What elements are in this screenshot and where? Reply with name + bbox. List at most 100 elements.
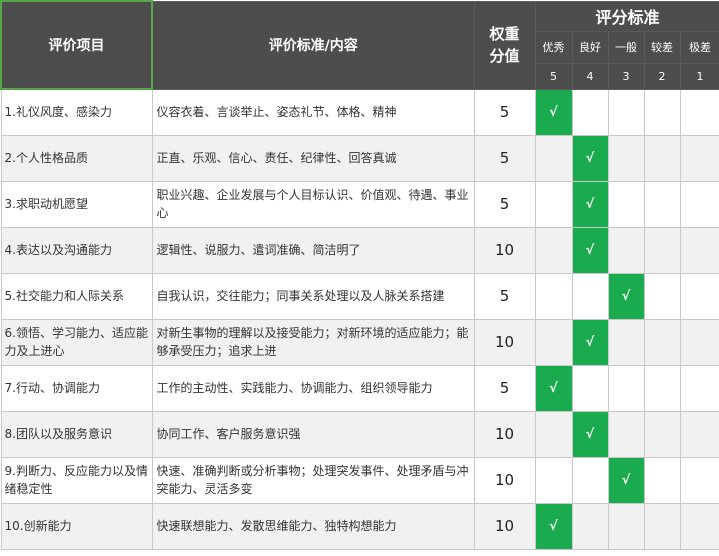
rating-cell[interactable] — [607, 134, 645, 182]
rating-cell[interactable] — [679, 272, 719, 320]
item-cell[interactable]: 2.个人性格品质 — [0, 134, 153, 182]
criteria-cell[interactable]: 快速联想能力、发散思维能力、独特构想能力 — [151, 502, 475, 550]
header-score-3[interactable]: 3 — [607, 62, 645, 90]
rating-cell[interactable] — [571, 502, 609, 550]
table-row: 8.团队以及服务意识 协同工作、客户服务意识强 10 √ — [0, 410, 719, 458]
rating-cell[interactable] — [534, 226, 573, 274]
table-row: 10.创新能力 快速联想能力、发散思维能力、独特构想能力 10 √ — [0, 502, 719, 550]
criteria-cell[interactable]: 职业兴趣、企业发展与个人目标认识、价值观、待遇、事业心 — [151, 180, 475, 228]
rating-cell[interactable] — [607, 410, 645, 458]
rating-cell[interactable] — [571, 272, 609, 320]
rating-cell[interactable] — [607, 180, 645, 228]
rating-cell[interactable] — [679, 456, 719, 504]
rating-cell[interactable] — [571, 364, 609, 412]
rating-cell[interactable] — [679, 410, 719, 458]
rating-cell[interactable] — [607, 502, 645, 550]
weight-cell[interactable]: 10 — [473, 410, 536, 458]
item-cell[interactable]: 9.判断力、反应能力以及情绪稳定性 — [0, 456, 153, 504]
rating-cell[interactable] — [643, 318, 681, 366]
item-cell[interactable]: 6.领悟、学习能力、适应能力及上进心 — [0, 318, 153, 366]
header-criteria[interactable]: 评价标准/内容 — [151, 0, 475, 90]
criteria-cell[interactable]: 仪容衣着、言谈举止、姿态礼节、体格、精神 — [151, 88, 475, 136]
rating-cell[interactable] — [607, 226, 645, 274]
criteria-cell[interactable]: 自我认识，交往能力；同事关系处理以及人脉关系搭建 — [151, 272, 475, 320]
weight-cell[interactable]: 10 — [473, 318, 536, 366]
criteria-cell[interactable]: 协同工作、客户服务意识强 — [151, 410, 475, 458]
item-cell[interactable]: 8.团队以及服务意识 — [0, 410, 153, 458]
rating-cell-checked[interactable]: √ — [607, 456, 645, 504]
table-row: 1.礼仪风度、感染力 仪容衣着、言谈举止、姿态礼节、体格、精神 5 √ — [0, 88, 719, 136]
table-row: 7.行动、协调能力 工作的主动性、实践能力、协调能力、组织领导能力 5 √ — [0, 364, 719, 412]
rating-cell-checked[interactable]: √ — [534, 364, 573, 412]
rating-cell[interactable] — [643, 410, 681, 458]
rating-cell[interactable] — [643, 226, 681, 274]
header-score-2[interactable]: 2 — [643, 62, 681, 90]
rating-cell[interactable] — [679, 88, 719, 136]
table-row: 5.社交能力和人际关系 自我认识，交往能力；同事关系处理以及人脉关系搭建 5 √ — [0, 272, 719, 320]
rating-cell[interactable] — [571, 456, 609, 504]
rating-cell[interactable] — [607, 318, 645, 366]
header-item[interactable]: 评价项目 — [0, 0, 153, 90]
rating-cell[interactable] — [643, 456, 681, 504]
header-score-1[interactable]: 1 — [679, 62, 719, 90]
weight-cell[interactable]: 5 — [473, 180, 536, 228]
table-row: 4.表达以及沟通能力 逻辑性、说服力、遣词准确、简洁明了 10 √ — [0, 226, 719, 274]
weight-cell[interactable]: 5 — [473, 272, 536, 320]
rating-cell[interactable] — [607, 364, 645, 412]
rating-cell-checked[interactable]: √ — [571, 226, 609, 274]
weight-cell[interactable]: 5 — [473, 134, 536, 182]
rating-cell[interactable] — [643, 502, 681, 550]
criteria-cell[interactable]: 正直、乐观、信心、责任、纪律性、回答真诚 — [151, 134, 475, 182]
item-cell[interactable]: 1.礼仪风度、感染力 — [0, 88, 153, 136]
rating-cell-checked[interactable]: √ — [571, 180, 609, 228]
rating-cell-checked[interactable]: √ — [607, 272, 645, 320]
weight-cell[interactable]: 10 — [473, 226, 536, 274]
item-cell[interactable]: 5.社交能力和人际关系 — [0, 272, 153, 320]
rating-cell[interactable] — [534, 180, 573, 228]
rating-cell[interactable] — [534, 410, 573, 458]
rating-cell[interactable] — [643, 88, 681, 136]
weight-cell[interactable]: 10 — [473, 456, 536, 504]
header-level-poor[interactable]: 较差 — [643, 30, 681, 64]
weight-cell[interactable]: 5 — [473, 364, 536, 412]
header-level-very-poor[interactable]: 极差 — [679, 30, 719, 64]
rating-cell[interactable] — [679, 226, 719, 274]
rating-cell[interactable] — [607, 88, 645, 136]
rating-cell-checked[interactable]: √ — [534, 502, 573, 550]
rating-cell[interactable] — [643, 134, 681, 182]
header-level-good[interactable]: 良好 — [571, 30, 609, 64]
item-cell[interactable]: 3.求职动机愿望 — [0, 180, 153, 228]
criteria-cell[interactable]: 快速、准确判断或分析事物；处理突发事件、处理矛盾与冲突能力、灵活多变 — [151, 456, 475, 504]
header-level-average[interactable]: 一般 — [607, 30, 645, 64]
rating-cell[interactable] — [679, 318, 719, 366]
rating-cell[interactable] — [679, 364, 719, 412]
weight-cell[interactable]: 5 — [473, 88, 536, 136]
criteria-cell[interactable]: 对新生事物的理解以及接受能力；对新环境的适应能力；能够承受压力；追求上进 — [151, 318, 475, 366]
rating-cell-checked[interactable]: √ — [571, 134, 609, 182]
header-level-excellent[interactable]: 优秀 — [534, 30, 573, 64]
rating-cell[interactable] — [534, 134, 573, 182]
item-cell[interactable]: 4.表达以及沟通能力 — [0, 226, 153, 274]
header-score-5[interactable]: 5 — [534, 62, 573, 90]
rating-cell[interactable] — [679, 502, 719, 550]
item-cell[interactable]: 7.行动、协调能力 — [0, 364, 153, 412]
rating-cell[interactable] — [679, 180, 719, 228]
weight-cell[interactable]: 10 — [473, 502, 536, 550]
item-cell[interactable]: 10.创新能力 — [0, 502, 153, 550]
rating-cell[interactable] — [643, 180, 681, 228]
criteria-cell[interactable]: 工作的主动性、实践能力、协调能力、组织领导能力 — [151, 364, 475, 412]
rating-cell[interactable] — [643, 272, 681, 320]
rating-cell-checked[interactable]: √ — [571, 318, 609, 366]
criteria-cell[interactable]: 逻辑性、说服力、遣词准确、简洁明了 — [151, 226, 475, 274]
rating-cell[interactable] — [534, 272, 573, 320]
rating-cell[interactable] — [679, 134, 719, 182]
header-score-4[interactable]: 4 — [571, 62, 609, 90]
rating-cell[interactable] — [571, 88, 609, 136]
rating-cell-checked[interactable]: √ — [571, 410, 609, 458]
header-score-group[interactable]: 评分标准 — [534, 0, 719, 32]
rating-cell[interactable] — [534, 318, 573, 366]
rating-cell-checked[interactable]: √ — [534, 88, 573, 136]
header-weight[interactable]: 权重分值 — [473, 0, 536, 90]
rating-cell[interactable] — [643, 364, 681, 412]
rating-cell[interactable] — [534, 456, 573, 504]
